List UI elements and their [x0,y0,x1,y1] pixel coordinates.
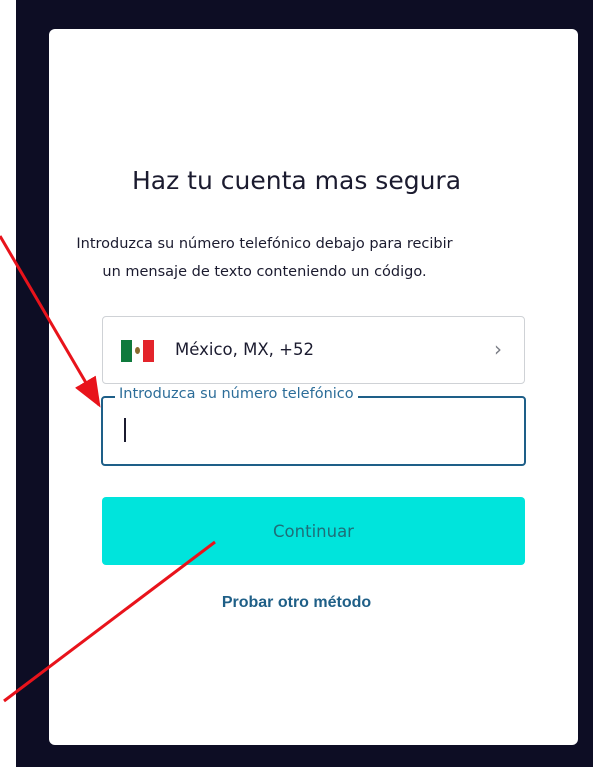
chevron-right-icon: › [494,337,502,361]
mexico-flag-icon [121,340,154,362]
page-title: Haz tu cuenta mas segura [131,166,462,195]
continue-button[interactable]: Continuar [102,497,525,565]
phone-number-field[interactable]: Introduzca su número telefónico [101,386,526,466]
country-code-label: México, MX, +52 [175,340,314,359]
instructions-line-1: Introduzca su número telefónico debajo p… [76,236,453,252]
instructions-text: Introduzca su número telefónico debajo p… [38,230,491,286]
country-code-select[interactable]: México, MX, +52 › [102,316,525,384]
instructions-line-2: un mensaje de texto conteniendo un códig… [102,264,427,280]
try-another-method-link[interactable]: Probar otro método [0,594,593,612]
phone-number-input[interactable] [121,416,505,448]
text-caret [124,418,126,442]
screenshot-stage: Haz tu cuenta mas segura Introduzca su n… [0,0,593,767]
phone-number-label: Introduzca su número telefónico [115,386,358,402]
